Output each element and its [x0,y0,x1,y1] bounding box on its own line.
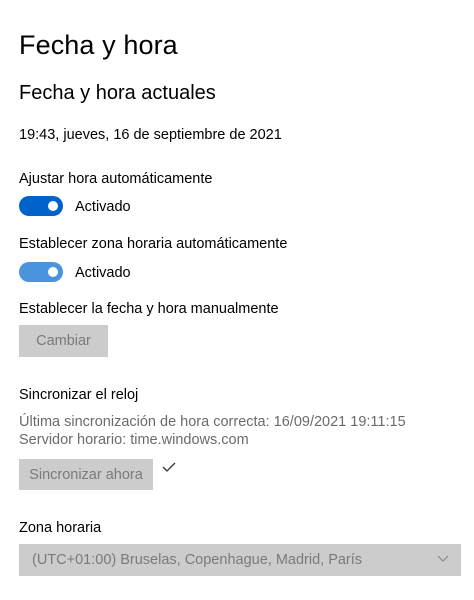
auto-timezone-toggle[interactable] [19,262,63,282]
time-server-text: Servidor horario: time.windows.com [19,432,249,448]
current-datetime: 19:43, jueves, 16 de septiembre de 2021 [19,127,282,143]
timezone-selected-value: (UTC+01:00) Bruselas, Copenhague, Madrid… [32,552,363,568]
auto-timezone-label: Establecer zona horaria automáticamente [19,236,288,252]
section-title: Fecha y hora actuales [19,82,216,104]
auto-timezone-state-label: Activado [75,265,131,281]
timezone-select[interactable]: (UTC+01:00) Bruselas, Copenhague, Madrid… [19,544,461,576]
timezone-label: Zona horaria [19,520,102,536]
auto-time-state-label: Activado [75,199,131,215]
toggle-knob [48,267,58,277]
chevron-down-icon [437,555,449,562]
checkmark-icon [162,462,176,472]
sync-clock-heading: Sincronizar el reloj [19,387,139,403]
manual-datetime-label: Establecer la fecha y hora manualmente [19,301,279,317]
sync-now-button[interactable]: Sincronizar ahora [19,459,153,490]
toggle-knob [48,201,58,211]
auto-time-label: Ajustar hora automáticamente [19,171,213,187]
auto-time-toggle[interactable] [19,196,63,216]
page-title: Fecha y hora [19,30,178,60]
change-button[interactable]: Cambiar [19,325,108,357]
last-sync-text: Última sincronización de hora correcta: … [19,414,406,430]
